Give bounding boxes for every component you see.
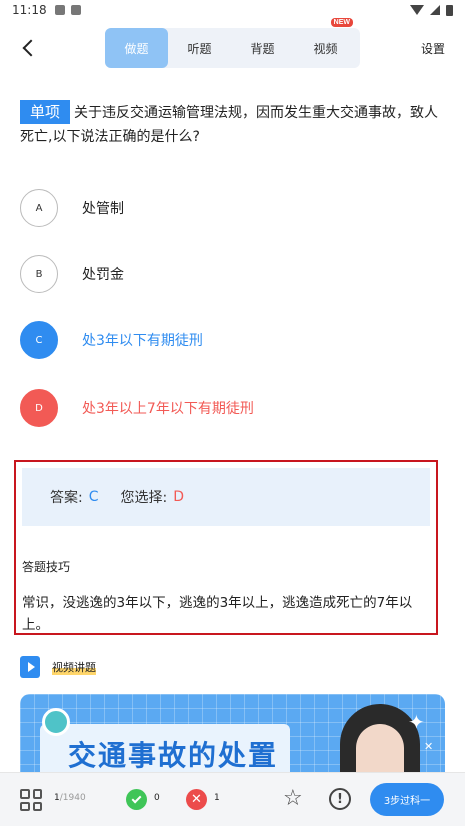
tab-practice[interactable]: 做题 [105,28,168,68]
video-icon [20,656,40,678]
wifi-icon [410,5,424,15]
back-button[interactable] [14,34,42,62]
video-explain-label: 视频讲题 [52,659,96,675]
option-c[interactable]: C 处3年以下有期徒刑 [20,320,445,360]
option-letter: A [20,189,58,227]
three-steps-button[interactable]: 3步过科一 [370,783,444,816]
answer-value: C [88,489,99,505]
tab-label: 听题 [187,41,212,56]
question: 单项 关于违反交通运输管理法规，因而发生重大交通事故，致人死亡,以下说法正确的是什… [20,100,445,149]
bottom-toolbar: 1/1940 0 ✕ 1 ☆ ! 3步过科一 [0,772,465,826]
question-grid-icon[interactable] [20,789,42,811]
option-text: 处3年以上7年以下有期徒刑 [82,401,254,417]
wrong-count: 1 [214,793,220,803]
option-letter: B [20,255,58,293]
question-text: 关于违反交通运输管理法规，因而发生重大交通事故，致人死亡,以下说法正确的是什么? [20,105,439,145]
settings-button[interactable]: 设置 [421,40,445,57]
chevron-left-icon [22,39,40,57]
selected-label: 您选择: [120,490,168,506]
header: 做题 听题 背题 视频 NEW 设置 [0,18,465,74]
check-icon [126,789,147,810]
video-explain-header: 视频讲题 [20,656,96,678]
option-b[interactable]: B 处罚金 [20,254,445,294]
sparkle-icon: ✦ [408,710,425,734]
selected-value: D [173,489,184,505]
option-text: 处3年以下有期徒刑 [82,333,203,349]
tips-title: 答题技巧 [22,560,71,574]
correct-count: 0 [154,793,160,803]
notification-icon [54,5,65,15]
close-x-icon: ✕ [424,740,434,753]
mode-tabs: 做题 听题 背题 视频 NEW [105,18,360,68]
status-icons [410,4,453,16]
tab-listen[interactable]: 听题 [168,28,231,68]
video-thumbnail[interactable]: 交通事故的处置 ✦ ✕ [20,694,445,784]
tab-label: 做题 [124,41,149,56]
option-a[interactable]: A 处管制 [20,188,445,228]
status-time: 11:18 [12,3,47,17]
video-title: 交通事故的处置 [68,739,279,772]
app-notification-icon [70,5,81,15]
tab-label: 背题 [250,41,275,56]
answer-label: 答案: [50,490,83,506]
status-bar: 11:18 [0,0,465,20]
tab-memorize[interactable]: 背题 [231,28,294,68]
option-d[interactable]: D 处3年以上7年以下有期徒刑 [20,388,445,428]
play-logo-icon [42,708,70,736]
tab-video[interactable]: 视频 NEW [294,18,357,68]
option-letter: D [20,389,58,427]
option-text: 处罚金 [82,267,124,283]
answer-summary: 答案: C 您选择: D [22,468,430,526]
progress-total: /1940 [59,793,86,803]
new-badge: NEW [330,18,353,27]
option-text: 处管制 [82,201,124,217]
cross-icon: ✕ [186,789,207,810]
tips-text: 常识，没逃逸的3年以下，逃逸的3年以上，逃逸造成死亡的7年以上。 [22,595,413,633]
signal-icon [430,5,440,15]
progress-counter: 1/1940 [54,793,86,803]
feedback-icon[interactable]: ! [329,788,351,810]
tab-label: 视频 [313,41,338,56]
star-icon[interactable]: ☆ [283,786,303,811]
option-letter: C [20,321,58,359]
question-type-tag: 单项 [20,100,71,124]
answer-explanation-box: 答案: C 您选择: D 答题技巧 常识，没逃逸的3年以下，逃逸的3年以上，逃逸… [14,460,438,635]
battery-icon [446,4,453,16]
